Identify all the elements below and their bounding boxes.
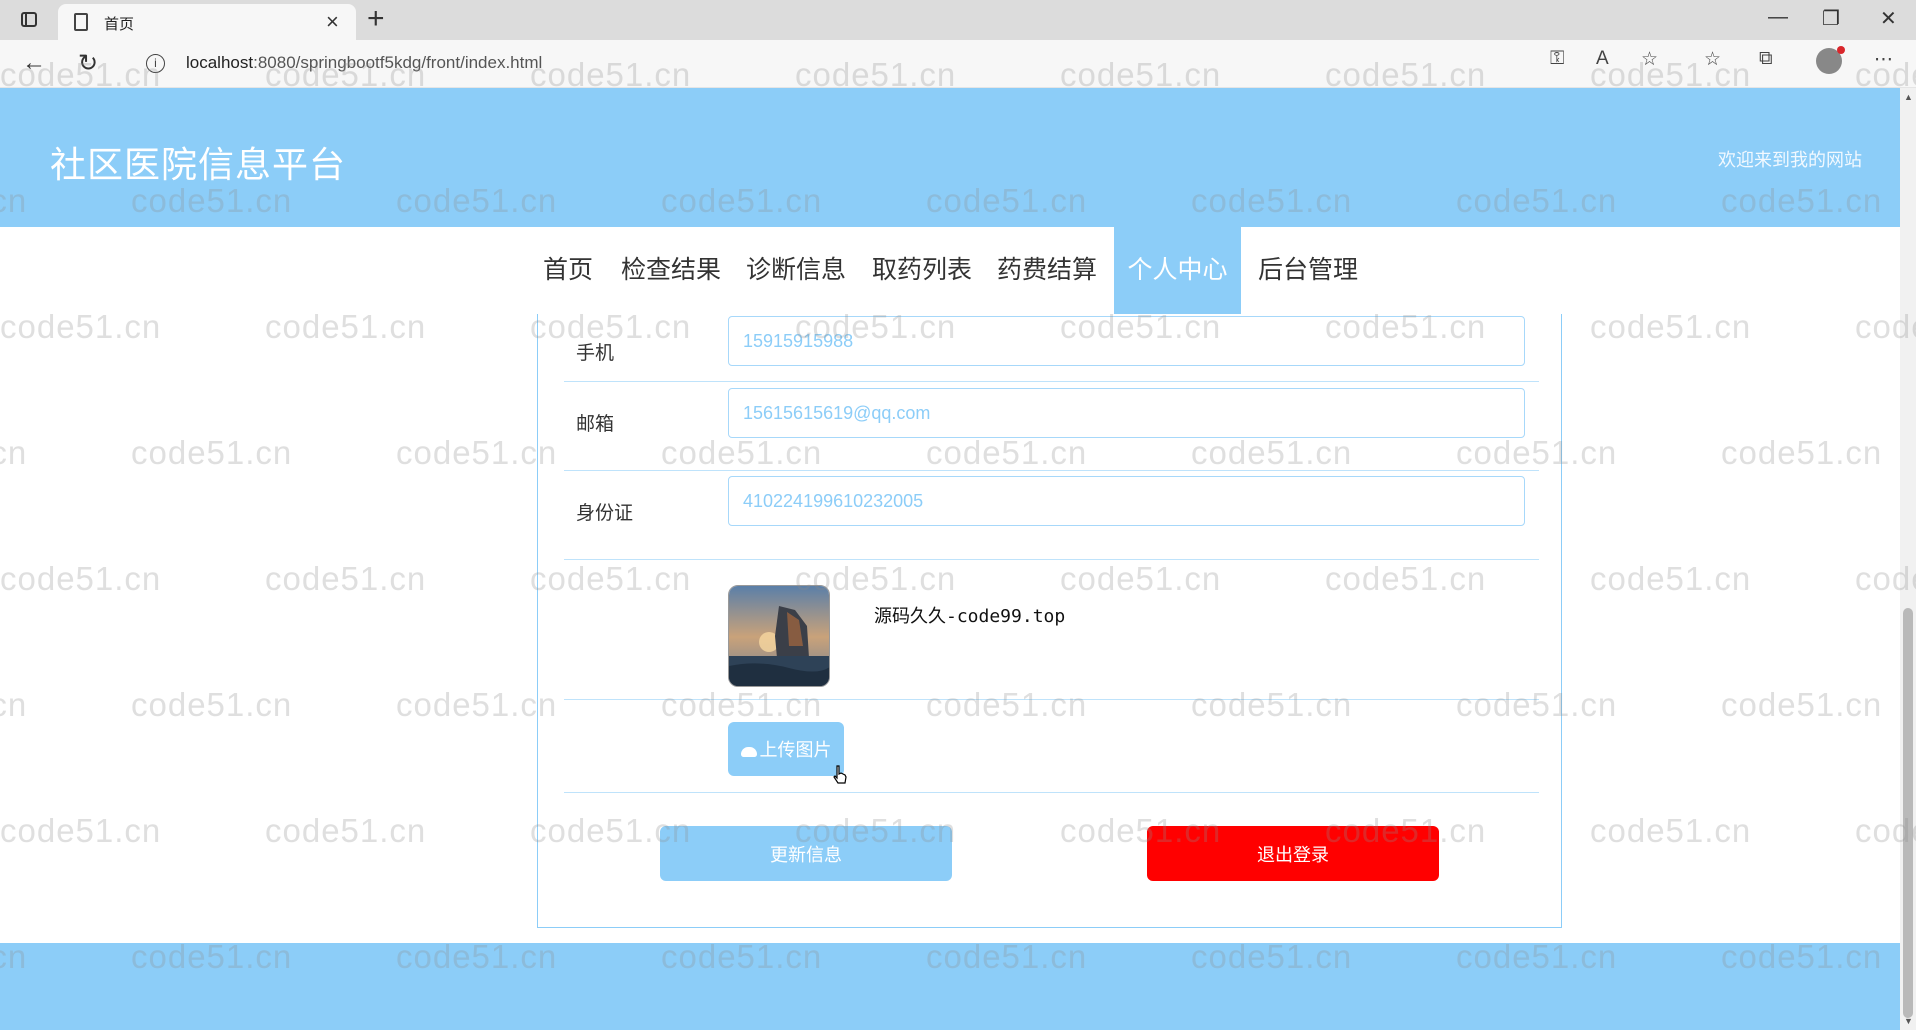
welcome-text: 欢迎来到我的网站 — [1718, 150, 1862, 170]
close-window-button[interactable]: ✕ — [1880, 6, 1897, 31]
restore-button[interactable]: ❐ — [1822, 6, 1840, 31]
email-label: 邮箱 — [576, 414, 615, 435]
update-info-button[interactable]: 更新信息 — [660, 826, 952, 881]
address-bar[interactable]: i localhost:8080/springbootf5kdg/front/i… — [128, 46, 1648, 82]
browser-tab[interactable]: 首页 × — [58, 4, 356, 40]
idcard-label: 身份证 — [576, 503, 634, 524]
phone-row: 手机 — [564, 314, 1539, 382]
phone-label: 手机 — [576, 343, 615, 364]
read-aloud-icon[interactable]: A — [1596, 48, 1609, 70]
nav-home[interactable]: 首页 — [530, 227, 606, 314]
minimize-button[interactable]: — — [1768, 6, 1788, 29]
nav-billing[interactable]: 药费结算 — [989, 227, 1105, 314]
site-footer — [0, 943, 1900, 1030]
source-watermark-text: 源码久久-code99.top — [874, 606, 1066, 627]
url-text[interactable]: localhost:8080/springbootf5kdg/front/ind… — [186, 53, 542, 73]
cloud-upload-icon — [740, 747, 757, 757]
site-title: 社区医院信息平台 — [50, 144, 347, 185]
more-menu-icon[interactable]: ⋯ — [1874, 48, 1893, 71]
nav-medicine-list[interactable]: 取药列表 — [864, 227, 980, 314]
key-icon[interactable]: ⚿ — [1550, 48, 1564, 70]
nav-admin[interactable]: 后台管理 — [1250, 227, 1366, 314]
page-icon — [74, 13, 88, 31]
upload-row: 上传图片 — [564, 700, 1539, 793]
favorites-icon[interactable]: ☆ — [1704, 48, 1721, 71]
phone-input[interactable] — [728, 316, 1525, 366]
main-nav: 首页 检查结果 诊断信息 取药列表 药费结算 个人中心 后台管理 — [0, 227, 1900, 314]
scroll-thumb[interactable] — [1903, 608, 1913, 1018]
site-header: 社区医院信息平台 欢迎来到我的网站 — [0, 88, 1900, 227]
site-info-icon[interactable]: i — [146, 54, 165, 73]
profile-avatar-icon[interactable] — [1816, 46, 1845, 74]
new-tab-button[interactable]: + — [367, 2, 385, 36]
tab-title: 首页 — [104, 16, 135, 33]
browser-tab-bar: 首页 × + — ❐ ✕ — [0, 0, 1916, 40]
back-icon[interactable]: ← — [22, 49, 46, 77]
nav-diagnosis[interactable]: 诊断信息 — [738, 227, 854, 314]
avatar-row — [564, 560, 1539, 700]
favorite-star-icon[interactable]: ☆ — [1641, 48, 1658, 71]
avatar-photo — [728, 585, 830, 687]
idcard-input[interactable] — [728, 476, 1525, 526]
scroll-up-arrow-icon[interactable]: ▲ — [1904, 92, 1913, 102]
browser-toolbar: ← ↻ i localhost:8080/springbootf5kdg/fro… — [0, 40, 1916, 88]
collections-icon[interactable]: ⧉ — [1759, 48, 1773, 70]
nav-personal-center[interactable]: 个人中心 — [1114, 227, 1241, 314]
page-viewport: 社区医院信息平台 欢迎来到我的网站 首页 检查结果 诊断信息 取药列表 药费结算… — [0, 88, 1900, 1030]
email-input[interactable] — [728, 388, 1525, 438]
hand-cursor-icon — [833, 765, 847, 784]
logout-button[interactable]: 退出登录 — [1147, 826, 1439, 881]
idcard-row: 身份证 — [564, 471, 1539, 560]
scroll-down-arrow-icon[interactable]: ▼ — [1904, 1016, 1913, 1026]
reload-icon[interactable]: ↻ — [78, 49, 98, 78]
tab-close-icon[interactable]: × — [326, 9, 339, 35]
upload-image-button[interactable]: 上传图片 — [728, 722, 844, 776]
nav-exam-results[interactable]: 检查结果 — [614, 227, 728, 314]
email-row: 邮箱 — [564, 382, 1539, 471]
profile-form-panel: 手机 邮箱 身份证 — [537, 314, 1562, 928]
page-scrollbar[interactable]: ▲ ▼ — [1900, 88, 1916, 1030]
tab-actions-icon[interactable] — [14, 8, 44, 32]
